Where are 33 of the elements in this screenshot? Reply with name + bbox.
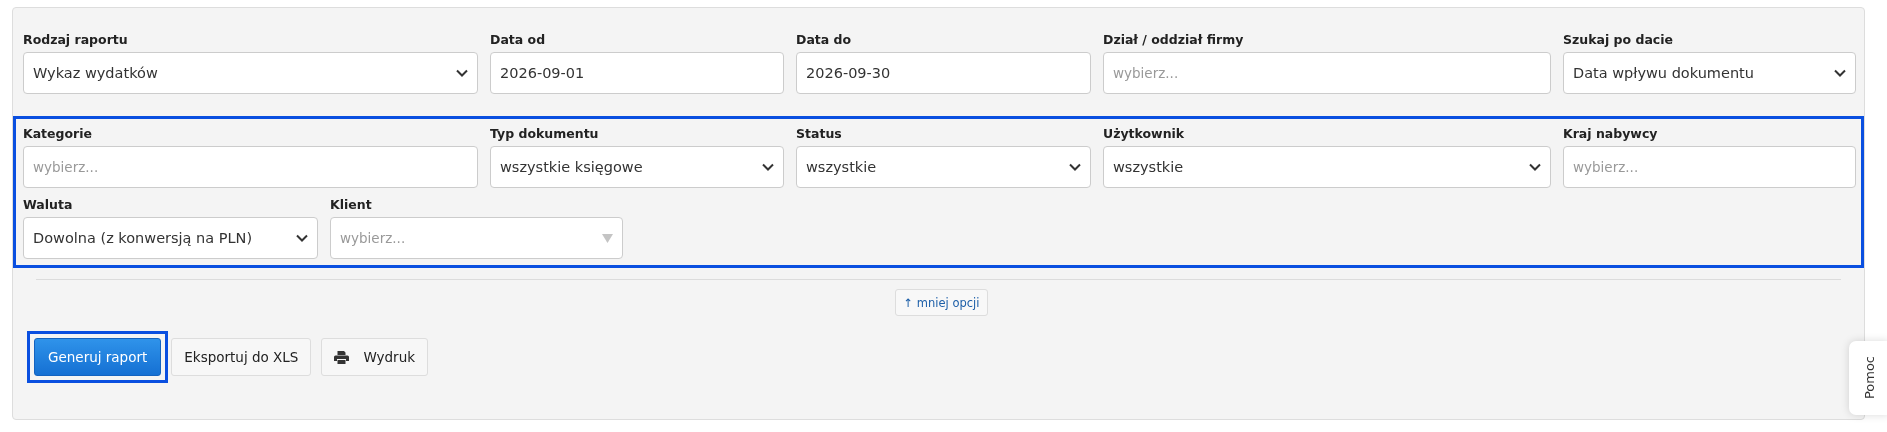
input-field[interactable]: 2026-09-01 — [490, 52, 784, 94]
chevron-down-icon — [1834, 69, 1846, 77]
less-options-button[interactable]: ↑ mniej opcji — [894, 289, 989, 316]
dropdown-select[interactable]: Dowolna (z konwersją na PLN) — [23, 217, 318, 259]
field-label: Status — [796, 125, 843, 142]
field-label: Kategorie — [23, 125, 94, 142]
input-field[interactable]: 2026-09-30 — [796, 52, 1091, 94]
chevron-down-icon — [1069, 163, 1081, 171]
field-label: Kraj nabywcy — [1563, 125, 1659, 142]
field-label: Użytkownik — [1103, 125, 1186, 142]
field-label: Data od — [490, 31, 547, 48]
field-label: Klient — [330, 196, 373, 213]
dropdown-select[interactable]: wszystkie — [796, 146, 1091, 188]
help-tab[interactable]: Pomoc — [1849, 341, 1887, 415]
field-label: Dział / oddział firmy — [1103, 31, 1245, 48]
export-button[interactable]: Eksportuj do XLS — [171, 338, 312, 376]
print-button[interactable]: Wydruk — [321, 338, 428, 376]
dropdown-triangle-icon — [602, 233, 613, 243]
field-label: Rodzaj raportu — [23, 31, 129, 48]
chevron-down-icon — [1529, 163, 1541, 171]
generate-report-button[interactable]: Generuj raport — [34, 338, 162, 376]
dropdown-select[interactable]: wszystkie — [1103, 146, 1551, 188]
field-label: Typ dokumentu — [490, 125, 600, 142]
chevron-down-icon — [762, 163, 774, 171]
chevron-down-icon — [456, 69, 468, 77]
field-label: Waluta — [23, 196, 74, 213]
chevron-down-icon — [296, 234, 308, 242]
field-label: Szukaj po dacie — [1563, 31, 1674, 48]
printer-icon — [334, 350, 350, 364]
dropdown-select[interactable]: Data wpływu dokumentu — [1563, 52, 1856, 94]
dropdown-select[interactable]: wszystkie księgowe — [490, 146, 784, 188]
dropdown-select[interactable]: Wykaz wydatków — [23, 52, 478, 94]
field-label: Data do — [796, 31, 853, 48]
